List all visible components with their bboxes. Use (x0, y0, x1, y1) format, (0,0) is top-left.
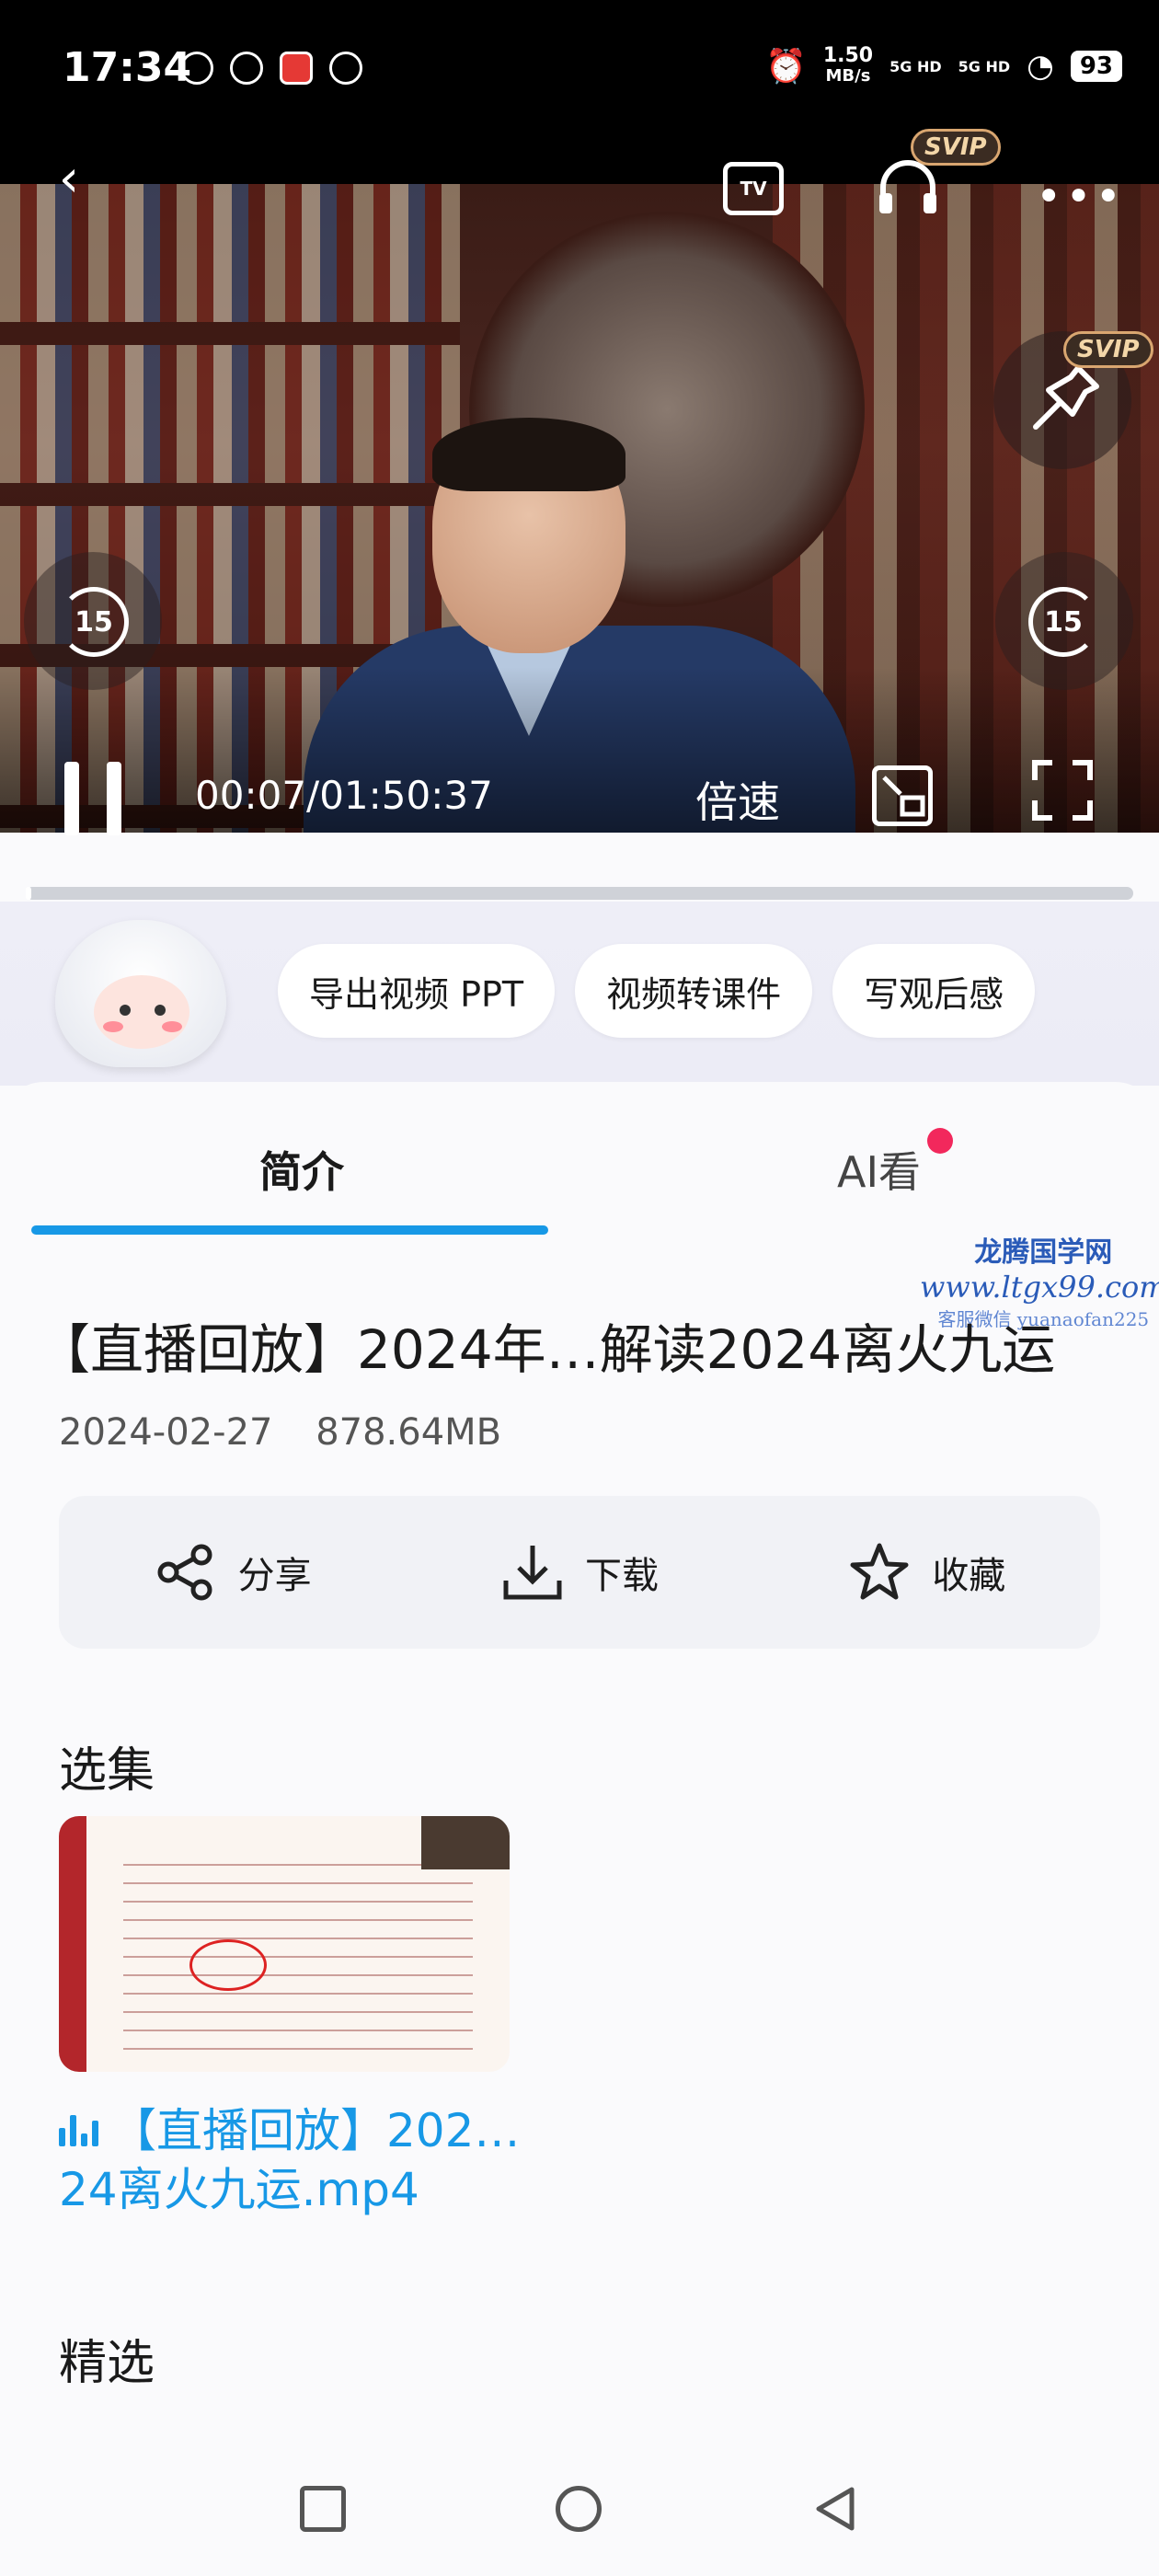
pause-icon (64, 762, 79, 835)
playback-speed-button[interactable]: 倍速 (695, 769, 780, 830)
video-size: 878.64MB (316, 1411, 502, 1454)
progress-fill (26, 887, 32, 900)
ai-mascot-avatar[interactable] (55, 920, 226, 1084)
signal-2: 5G HD (958, 57, 1011, 75)
progress-bar[interactable] (26, 887, 1133, 900)
episode-thumbnail[interactable] (59, 1816, 510, 2072)
video-player[interactable] (0, 184, 1159, 833)
featured-heading: 精选 (59, 2336, 155, 2391)
pause-button[interactable] (64, 762, 129, 835)
pip-button[interactable] (872, 765, 933, 826)
tv-cast-button[interactable]: TV (723, 162, 784, 215)
ai-tool-pills: 导出视频 PPT 视频转课件 写观后感 (278, 944, 1036, 1038)
favorite-button[interactable]: 收藏 (847, 1540, 1005, 1604)
home-button[interactable] (556, 2486, 602, 2532)
cloud-app-icon (329, 52, 362, 85)
status-indicators: ⏰ 1.50 MB/s 5G HD 5G HD ◔ 93 (765, 46, 1122, 86)
net-speed-value: 1.50 (822, 44, 874, 67)
favorite-label: 收藏 (932, 1555, 1006, 1597)
tab-ai-notification-dot (927, 1128, 953, 1154)
now-playing-icon (59, 2101, 103, 2160)
map-app-icon (280, 52, 313, 85)
back-button[interactable]: ‹ (46, 149, 92, 209)
net-speed: 1.50 MB/s (823, 46, 873, 86)
export-ppt-button[interactable]: 导出视频 PPT (278, 944, 556, 1038)
tv-cast-icon: TV (740, 178, 767, 200)
watermark-url: www.ltgx99.com (920, 1270, 1159, 1305)
k-app-icon (180, 52, 213, 85)
back-icon: ‹ (58, 149, 80, 209)
pip-icon (882, 776, 925, 817)
write-review-button[interactable]: 写观后感 (832, 944, 1036, 1038)
share-button[interactable]: 分享 (154, 1540, 312, 1604)
star-icon (850, 1543, 909, 1600)
tab-active-indicator (31, 1225, 548, 1235)
wifi-icon: ◔ (1027, 48, 1054, 85)
svip-badge: SVIP (911, 129, 1001, 166)
more-button[interactable]: ••• (1036, 171, 1125, 223)
net-speed-unit: MB/s (825, 66, 871, 86)
video-title: 【直播回放】2024年…解读2024离火九运 (37, 1318, 1056, 1381)
share-icon (157, 1544, 212, 1601)
fullscreen-button[interactable] (1032, 760, 1093, 821)
timecode: 00:07/01:50:37 (195, 773, 493, 818)
skip-back-icon: 15 (59, 587, 129, 657)
tab-intro[interactable]: 简介 (259, 1139, 344, 1200)
video-meta: 2024-02-27 878.64MB (59, 1411, 533, 1454)
game-app-icon (230, 52, 263, 85)
episode-item[interactable]: 【直播回放】202…24离火九运.mp4 (59, 2101, 537, 2219)
back-triangle-icon (816, 2487, 855, 2531)
video-to-courseware-button[interactable]: 视频转课件 (575, 944, 813, 1038)
back-nav-button[interactable] (813, 2486, 859, 2532)
recents-button[interactable] (300, 2486, 346, 2532)
battery-indicator: 93 (1070, 51, 1122, 82)
more-icon: ••• (1036, 171, 1125, 223)
svip-badge-pin: SVIP (1063, 331, 1153, 368)
status-time: 17:34 (63, 44, 192, 91)
episode-title: 【直播回放】202…24离火九运.mp4 (59, 2104, 521, 2216)
download-label: 下载 (584, 1555, 659, 1597)
video-date: 2024-02-27 (59, 1411, 273, 1454)
download-button[interactable]: 下载 (500, 1540, 659, 1604)
skip-forward-icon: 15 (1028, 587, 1098, 657)
download-icon (503, 1546, 562, 1600)
watermark-site-name: 龙腾国学网 (974, 1236, 1113, 1269)
signal-1: 5G HD (889, 57, 942, 75)
action-bar: 分享 下载 收藏 (59, 1496, 1100, 1649)
status-app-icons (180, 52, 362, 85)
episodes-heading: 选集 (59, 1743, 155, 1799)
alarm-icon: ⏰ (765, 48, 807, 86)
share-label: 分享 (237, 1555, 312, 1597)
tab-ai-watch[interactable]: AI看 (837, 1139, 921, 1200)
